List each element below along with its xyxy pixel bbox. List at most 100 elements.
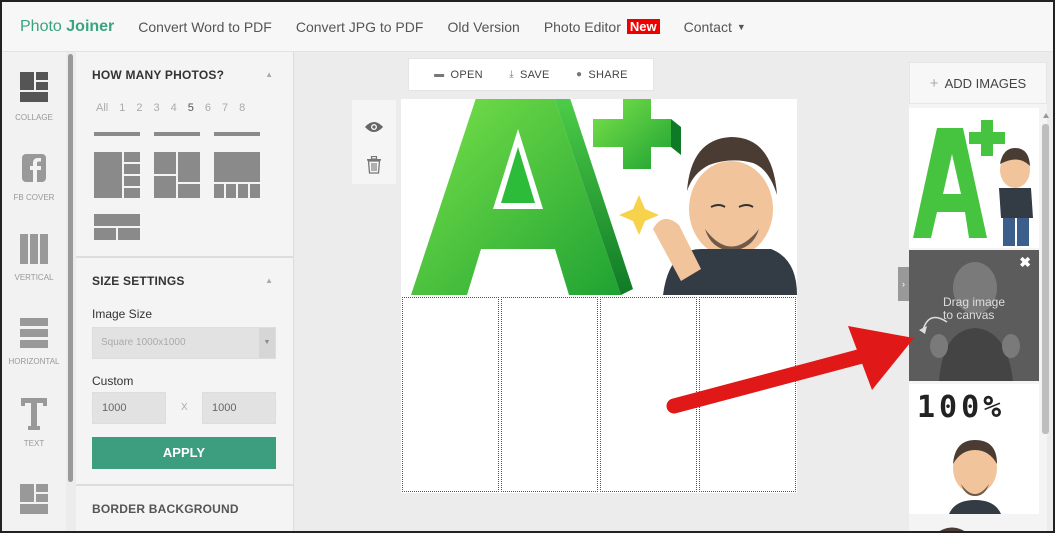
collage-cell-1[interactable] — [402, 297, 499, 492]
download-icon: ⤓ — [509, 69, 514, 80]
section-divider — [76, 256, 294, 258]
nav-link-photo-editor[interactable]: Photo Editor New — [544, 19, 660, 35]
vertical-layout-icon — [20, 234, 48, 264]
rail-label-collage: COLLAGE — [15, 113, 53, 122]
nav-link-contact-label: Contact — [683, 18, 732, 35]
rail-label-vertical: VERTICAL — [14, 273, 54, 282]
collapse-panel-handle[interactable]: › — [898, 267, 909, 301]
custom-label: Custom — [92, 374, 134, 388]
open-button[interactable]: ▬ OPEN — [434, 69, 483, 81]
drag-hint-line2: to canvas — [943, 308, 995, 322]
image-library-panel: + ADD IMAGES ✖ Drag image to canvas 100% — [909, 62, 1047, 531]
add-images-label: ADD IMAGES — [944, 76, 1027, 91]
section-title-border-background[interactable]: BORDER BACKGROUND — [92, 502, 239, 516]
open-label: OPEN — [450, 68, 483, 81]
layout-thumb-a[interactable] — [94, 152, 140, 198]
settings-panel: HOW MANY PHOTOS? ▲ All 1 2 3 4 5 6 7 8 S… — [76, 52, 294, 531]
layout-thumb-strip-2[interactable] — [154, 132, 200, 136]
a-plus-illustration — [411, 99, 797, 295]
section-title-size-settings[interactable]: SIZE SETTINGS — [92, 274, 185, 288]
nav-link-convert-jpg[interactable]: Convert JPG to PDF — [296, 19, 424, 35]
layout-thumb-c[interactable] — [214, 152, 260, 198]
rail-label-horizontal: HORIZONTAL — [8, 357, 60, 366]
save-label: SAVE — [519, 68, 550, 81]
count-option-3[interactable]: 3 — [153, 102, 159, 114]
collage-icon — [20, 72, 48, 102]
next-thumb-peek — [939, 527, 965, 531]
logo-text-joiner: Joiner — [66, 17, 115, 35]
text-icon — [21, 398, 47, 430]
canvas-top-image[interactable] — [401, 99, 797, 295]
canvas-toolbar: ▬ OPEN ⤓ SAVE ● SHARE — [408, 58, 654, 91]
section-title-how-many[interactable]: HOW MANY PHOTOS? — [92, 68, 224, 82]
left-scrollbar[interactable] — [68, 54, 73, 482]
eye-icon[interactable] — [364, 120, 384, 134]
layout-thumb-strip-3[interactable] — [214, 132, 260, 136]
dimension-separator: X — [181, 402, 188, 413]
chevron-up-icon[interactable]: ▲ — [265, 276, 273, 285]
app-frame: Photo Joiner Convert Word to PDF Convert… — [0, 0, 1055, 533]
save-button[interactable]: ⤓ SAVE — [509, 69, 549, 81]
image-size-value: Square 1000x1000 — [101, 337, 186, 348]
rail-item-fb-cover[interactable]: FB COVER — [2, 154, 66, 202]
library-image-3[interactable]: 100% — [909, 384, 1039, 514]
trash-icon[interactable] — [366, 156, 382, 174]
count-option-6[interactable]: 6 — [205, 102, 211, 114]
hundred-percent-text: 100% — [917, 390, 1006, 425]
share-label: SHARE — [588, 68, 628, 81]
nav-link-contact[interactable]: Contact ▼ — [684, 19, 746, 35]
canvas-side-tools — [352, 100, 396, 184]
panel-scroll-arrow-icon[interactable] — [1042, 112, 1050, 120]
man-face-thumbnail — [949, 440, 1001, 514]
count-option-4[interactable]: 4 — [171, 102, 177, 114]
width-input[interactable]: 1000 — [92, 392, 166, 424]
count-option-2[interactable]: 2 — [136, 102, 142, 114]
chevron-up-icon[interactable]: ▲ — [265, 70, 273, 79]
apply-button[interactable]: APPLY — [92, 437, 276, 469]
image-size-label: Image Size — [92, 307, 153, 321]
right-scrollbar[interactable] — [1042, 124, 1049, 434]
collage-cell-2[interactable] — [501, 297, 598, 492]
count-option-8[interactable]: 8 — [239, 102, 245, 114]
left-icon-rail: COLLAGE FB COVER VERTICAL HORIZONTAL TEX… — [2, 52, 66, 531]
folder-icon: ▬ — [434, 69, 445, 80]
top-nav: Photo Joiner Convert Word to PDF Convert… — [2, 2, 1053, 52]
layout-thumb-b[interactable] — [154, 152, 200, 198]
drag-hint: Drag image to canvas — [943, 296, 1005, 322]
caret-down-icon: ▼ — [736, 21, 746, 32]
count-option-1[interactable]: 1 — [119, 102, 125, 114]
horizontal-layout-icon — [20, 318, 48, 348]
nav-link-photo-editor-label: Photo Editor — [543, 18, 621, 35]
layout-icon — [20, 484, 48, 514]
add-images-button[interactable]: + ADD IMAGES — [909, 62, 1047, 104]
share-icon: ● — [576, 69, 583, 80]
select-caret-icon: ▼ — [259, 328, 275, 358]
rail-item-horizontal[interactable]: HORIZONTAL — [2, 318, 66, 366]
library-image-1[interactable] — [909, 108, 1039, 248]
facebook-icon — [22, 154, 46, 182]
red-arrow-annotation — [666, 326, 914, 414]
nav-link-convert-word[interactable]: Convert Word to PDF — [138, 19, 272, 35]
rail-label-text: TEXT — [23, 439, 45, 448]
count-option-5[interactable]: 5 — [188, 102, 194, 114]
rail-item-text[interactable]: TEXT — [2, 398, 66, 448]
logo-text-photo: Photo — [20, 17, 67, 35]
a-plus-thumbnail — [913, 120, 1033, 246]
library-image-2-hover[interactable]: ✖ Drag image to canvas — [909, 250, 1039, 381]
nav-link-old-version[interactable]: Old Version — [447, 19, 519, 35]
height-input[interactable]: 1000 — [202, 392, 276, 424]
layout-thumb-strip-1[interactable] — [94, 132, 140, 136]
share-button[interactable]: ● SHARE — [576, 69, 628, 81]
collage-canvas[interactable] — [401, 99, 797, 493]
layout-thumb-d[interactable] — [94, 214, 140, 240]
count-option-7[interactable]: 7 — [222, 102, 228, 114]
rail-item-more[interactable] — [2, 484, 66, 521]
rail-item-collage[interactable]: COLLAGE — [2, 72, 66, 122]
image-size-select[interactable]: Square 1000x1000 ▼ — [92, 327, 276, 359]
rail-item-vertical[interactable]: VERTICAL — [2, 234, 66, 282]
logo[interactable]: Photo Joiner — [20, 18, 114, 36]
rail-label-fb-cover: FB COVER — [13, 193, 55, 202]
photo-count-selector: All 1 2 3 4 5 6 7 8 — [96, 102, 245, 114]
close-icon[interactable]: ✖ — [1019, 254, 1031, 271]
count-option-all[interactable]: All — [96, 102, 108, 114]
